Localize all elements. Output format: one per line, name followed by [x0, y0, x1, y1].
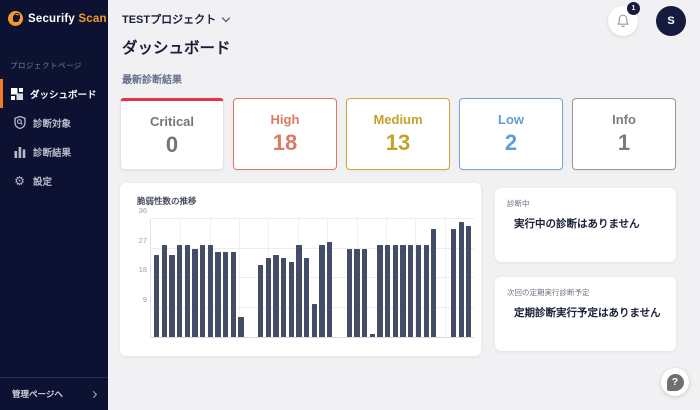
- panel-message: 実行中の診断はありません: [514, 218, 640, 230]
- admin-page-link[interactable]: 管理ページへ: [0, 377, 108, 410]
- severity-card-low[interactable]: Low 2: [459, 98, 563, 170]
- chart-bar: [319, 245, 325, 337]
- chart-bar: [304, 258, 310, 337]
- severity-card-medium[interactable]: Medium 13: [346, 98, 450, 170]
- chart-bar: [230, 251, 236, 337]
- chart-bar: [385, 245, 391, 337]
- sidebar-section-label: プロジェクトページ: [10, 61, 82, 70]
- chart-bar: [184, 245, 190, 337]
- running-scans-panel: 診断中 実行中の診断はありません: [495, 188, 676, 262]
- severity-cards-row: Critical 0 High 18 Medium 13 Low 2 Info …: [120, 98, 676, 170]
- notification-count-badge: 1: [627, 2, 640, 15]
- admin-page-link-label: 管理ページへ: [12, 389, 63, 399]
- project-selector[interactable]: TESTプロジェクト: [122, 11, 231, 27]
- chart-bar: [354, 248, 360, 337]
- brand-logo: Securify Scan: [0, 0, 108, 36]
- y-axis-tick-label: 18: [138, 265, 147, 274]
- chart-bar: [415, 245, 422, 337]
- severity-card-critical[interactable]: Critical 0: [120, 98, 224, 170]
- chart-bar: [431, 228, 437, 337]
- chart-bar: [377, 245, 383, 337]
- sidebar: Securify Scan プロジェクトページ ダッシュボード 診断対象 診断結…: [0, 0, 108, 410]
- severity-card-info[interactable]: Info 1: [572, 98, 676, 170]
- chart-bar: [223, 251, 229, 337]
- scan-target-icon: [13, 116, 26, 129]
- y-axis-tick-label: 27: [138, 235, 147, 245]
- panel-message: 定期診断実行予定はありません: [514, 307, 661, 319]
- gear-icon: ⚙: [14, 173, 25, 188]
- chart-bar: [192, 248, 198, 337]
- severity-label: Medium: [373, 112, 423, 127]
- chart-bar: [273, 255, 279, 337]
- dashboard-icon: [10, 87, 23, 100]
- chart-bar: [327, 241, 333, 337]
- chart-plot: 9 18 27 36: [139, 206, 474, 338]
- chart-bar: [281, 258, 287, 337]
- severity-count: 18: [272, 130, 298, 155]
- vulnerability-trend-chart-card: 脆弱性数の推移 9 18 27 36: [120, 183, 481, 356]
- app-root: { "brand": { "name_primary": "Securify",…: [0, 0, 700, 410]
- chart-bar: [362, 248, 368, 337]
- chart-bar: [258, 264, 264, 337]
- y-axis-tick-label: 9: [142, 294, 147, 304]
- sidebar-item-scan-targets[interactable]: 診断対象: [0, 108, 108, 137]
- chart-bar: [200, 245, 206, 337]
- chart-bar: [450, 228, 457, 337]
- chart-bar: [215, 251, 221, 337]
- chart-bar: [392, 245, 399, 337]
- severity-card-high[interactable]: High 18: [233, 98, 337, 170]
- page-title: ダッシュボード: [122, 40, 231, 57]
- chart-bars: [154, 219, 474, 337]
- user-avatar[interactable]: S: [656, 6, 686, 36]
- severity-count: 2: [504, 130, 518, 155]
- bell-icon: [617, 14, 629, 27]
- sidebar-item-dashboard[interactable]: ダッシュボード: [0, 79, 108, 108]
- panel-label: 次回の定期実行診断予定: [507, 288, 590, 297]
- chart-bar: [466, 225, 472, 337]
- chart-bar: [238, 317, 244, 337]
- sidebar-item-label: 診断対象: [33, 118, 72, 130]
- chart-bar: [408, 245, 414, 337]
- notifications-button[interactable]: 1: [608, 2, 640, 36]
- sidebar-item-settings[interactable]: ⚙ 設定: [0, 166, 108, 195]
- severity-label: High: [270, 112, 300, 127]
- latest-results-label: 最新診断結果: [122, 75, 182, 86]
- chart-bar: [265, 258, 272, 337]
- chart-bar: [369, 333, 376, 337]
- chart-bar: [169, 255, 175, 337]
- severity-label: Info: [612, 112, 636, 127]
- severity-count: 1: [617, 130, 631, 155]
- sidebar-item-label: 診断結果: [33, 147, 72, 159]
- brand-name: Securify Scan: [28, 12, 107, 25]
- chevron-right-icon: [89, 390, 98, 398]
- chart-bar: [458, 222, 464, 337]
- chart-bar: [296, 245, 302, 337]
- sidebar-item-scan-results[interactable]: 診断結果: [0, 137, 108, 166]
- chart-bar: [311, 304, 318, 337]
- lock-badge-icon: [8, 11, 23, 26]
- chart-bar: [177, 245, 183, 337]
- chevron-down-icon: [221, 13, 231, 22]
- chart-bar: [161, 245, 167, 337]
- sidebar-item-label: 設定: [33, 176, 53, 188]
- help-icon: ?: [666, 373, 684, 391]
- severity-label: Low: [498, 112, 524, 127]
- scheduled-scans-panel: 次回の定期実行診断予定 定期診断実行予定はありません: [495, 277, 676, 351]
- chart-bar: [400, 245, 406, 337]
- chart-bar: [207, 245, 213, 337]
- severity-count: 13: [385, 130, 411, 155]
- y-axis-tick-label: 36: [138, 206, 147, 215]
- chart-bar: [346, 248, 353, 337]
- help-button[interactable]: ?: [661, 368, 689, 396]
- severity-count: 0: [165, 132, 179, 157]
- sidebar-item-label: ダッシュボード: [30, 89, 97, 101]
- chart-bar: [288, 261, 295, 337]
- chart-bar: [423, 245, 429, 337]
- panel-label: 診断中: [507, 199, 530, 208]
- project-selector-label: TESTプロジェクト: [122, 14, 217, 26]
- chart-bar: [154, 255, 160, 337]
- scan-results-icon: [13, 145, 26, 158]
- severity-label: Critical: [149, 114, 195, 129]
